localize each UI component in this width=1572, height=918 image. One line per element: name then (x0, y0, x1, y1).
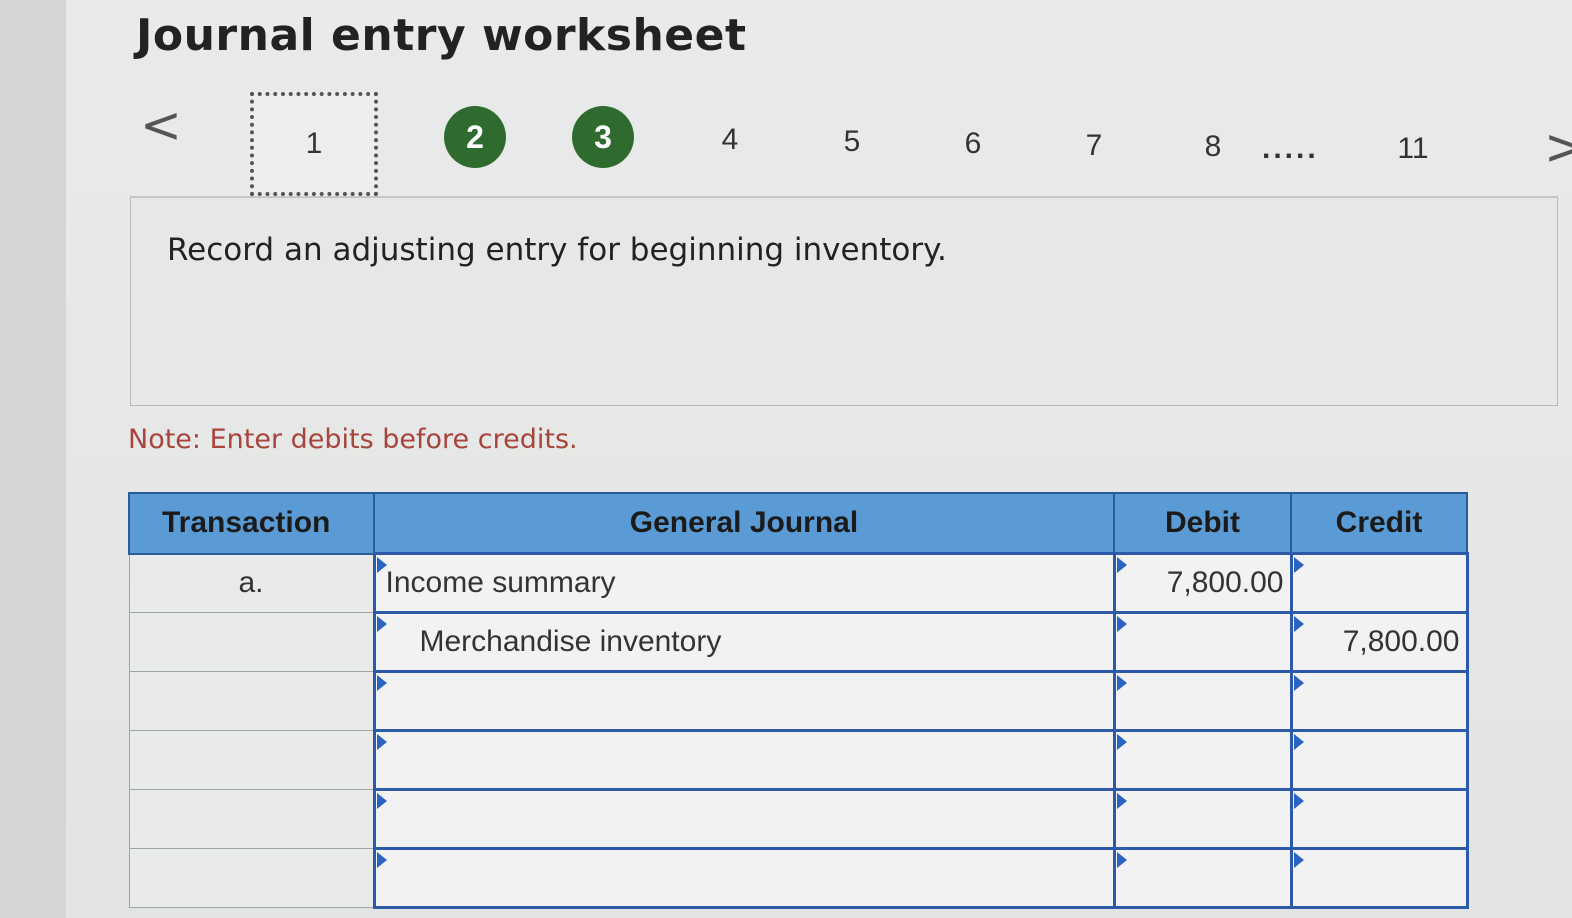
step-11[interactable]: 11 (1390, 129, 1436, 169)
step-6[interactable]: 6 (953, 124, 993, 164)
page-edge (0, 0, 66, 918)
step-1-current[interactable]: 1 (250, 92, 378, 196)
table-row: a. Income summary 7,800.00 (128, 552, 1469, 614)
instruction-text: Record an adjusting entry for beginning … (167, 232, 947, 268)
dropdown-marker-icon (1293, 734, 1304, 750)
credit-input[interactable] (1289, 729, 1469, 791)
column-header-debit: Debit (1113, 492, 1292, 555)
dropdown-marker-icon (1293, 852, 1304, 868)
transaction-cell (128, 730, 375, 790)
debit-input[interactable] (1112, 847, 1293, 909)
table-row (128, 788, 1469, 850)
column-header-transaction: Transaction (128, 492, 375, 555)
transaction-cell: a. (128, 553, 375, 613)
instruction-box: Record an adjusting entry for beginning … (130, 196, 1558, 406)
dropdown-marker-icon (1293, 793, 1304, 809)
credit-input[interactable] (1289, 788, 1469, 850)
table-row (128, 729, 1469, 791)
journal-header-row: Transaction General Journal Debit Credit (128, 492, 1468, 555)
transaction-cell (128, 848, 375, 908)
debit-input[interactable] (1112, 611, 1293, 673)
chevron-left-icon[interactable]: < (140, 100, 182, 150)
dropdown-marker-icon (1116, 852, 1127, 868)
step-8[interactable]: 8 (1193, 127, 1233, 167)
transaction-cell (128, 789, 375, 849)
dropdown-marker-icon (376, 852, 387, 868)
account-select[interactable]: Merchandise inventory (372, 611, 1116, 673)
column-header-general-journal: General Journal (373, 492, 1115, 555)
step-5[interactable]: 5 (832, 122, 872, 162)
dropdown-marker-icon (376, 793, 387, 809)
dropdown-marker-icon (376, 675, 387, 691)
debit-input[interactable] (1112, 729, 1293, 791)
dropdown-marker-icon (376, 557, 387, 573)
dropdown-marker-icon (1293, 616, 1304, 632)
debit-input[interactable] (1112, 788, 1293, 850)
credit-input[interactable] (1289, 552, 1469, 614)
debit-input[interactable]: 7,800.00 (1112, 552, 1293, 614)
dropdown-marker-icon (1116, 734, 1127, 750)
account-select[interactable] (372, 847, 1116, 909)
step-3-completed[interactable]: 3 (572, 106, 634, 168)
step-4[interactable]: 4 (710, 120, 750, 160)
note-text: Note: Enter debits before credits. (128, 424, 578, 455)
debit-input[interactable] (1112, 670, 1293, 732)
dropdown-marker-icon (1293, 675, 1304, 691)
table-row (128, 670, 1469, 732)
credit-input[interactable] (1289, 847, 1469, 909)
table-row: Merchandise inventory 7,800.00 (128, 611, 1469, 673)
account-select[interactable]: Income summary (372, 552, 1116, 614)
dropdown-marker-icon (376, 734, 387, 750)
dropdown-marker-icon (1116, 675, 1127, 691)
account-select[interactable] (372, 670, 1116, 732)
step-2-completed[interactable]: 2 (444, 106, 506, 168)
account-select[interactable] (372, 788, 1116, 850)
transaction-cell (128, 671, 375, 731)
account-select[interactable] (372, 729, 1116, 791)
table-row (128, 847, 1469, 909)
page-title: Journal entry worksheet (136, 10, 747, 61)
step-7[interactable]: 7 (1074, 126, 1114, 166)
credit-input[interactable] (1289, 670, 1469, 732)
journal-table: Transaction General Journal Debit Credit… (128, 492, 1469, 909)
dropdown-marker-icon (1116, 557, 1127, 573)
dropdown-marker-icon (1116, 793, 1127, 809)
column-header-credit: Credit (1290, 492, 1468, 555)
dropdown-marker-icon (376, 616, 387, 632)
step-ellipsis: ..... (1262, 132, 1319, 165)
chevron-right-icon[interactable]: > (1544, 122, 1572, 172)
dropdown-marker-icon (1116, 616, 1127, 632)
credit-input[interactable]: 7,800.00 (1289, 611, 1469, 673)
transaction-cell (128, 612, 375, 672)
dropdown-marker-icon (1293, 557, 1304, 573)
